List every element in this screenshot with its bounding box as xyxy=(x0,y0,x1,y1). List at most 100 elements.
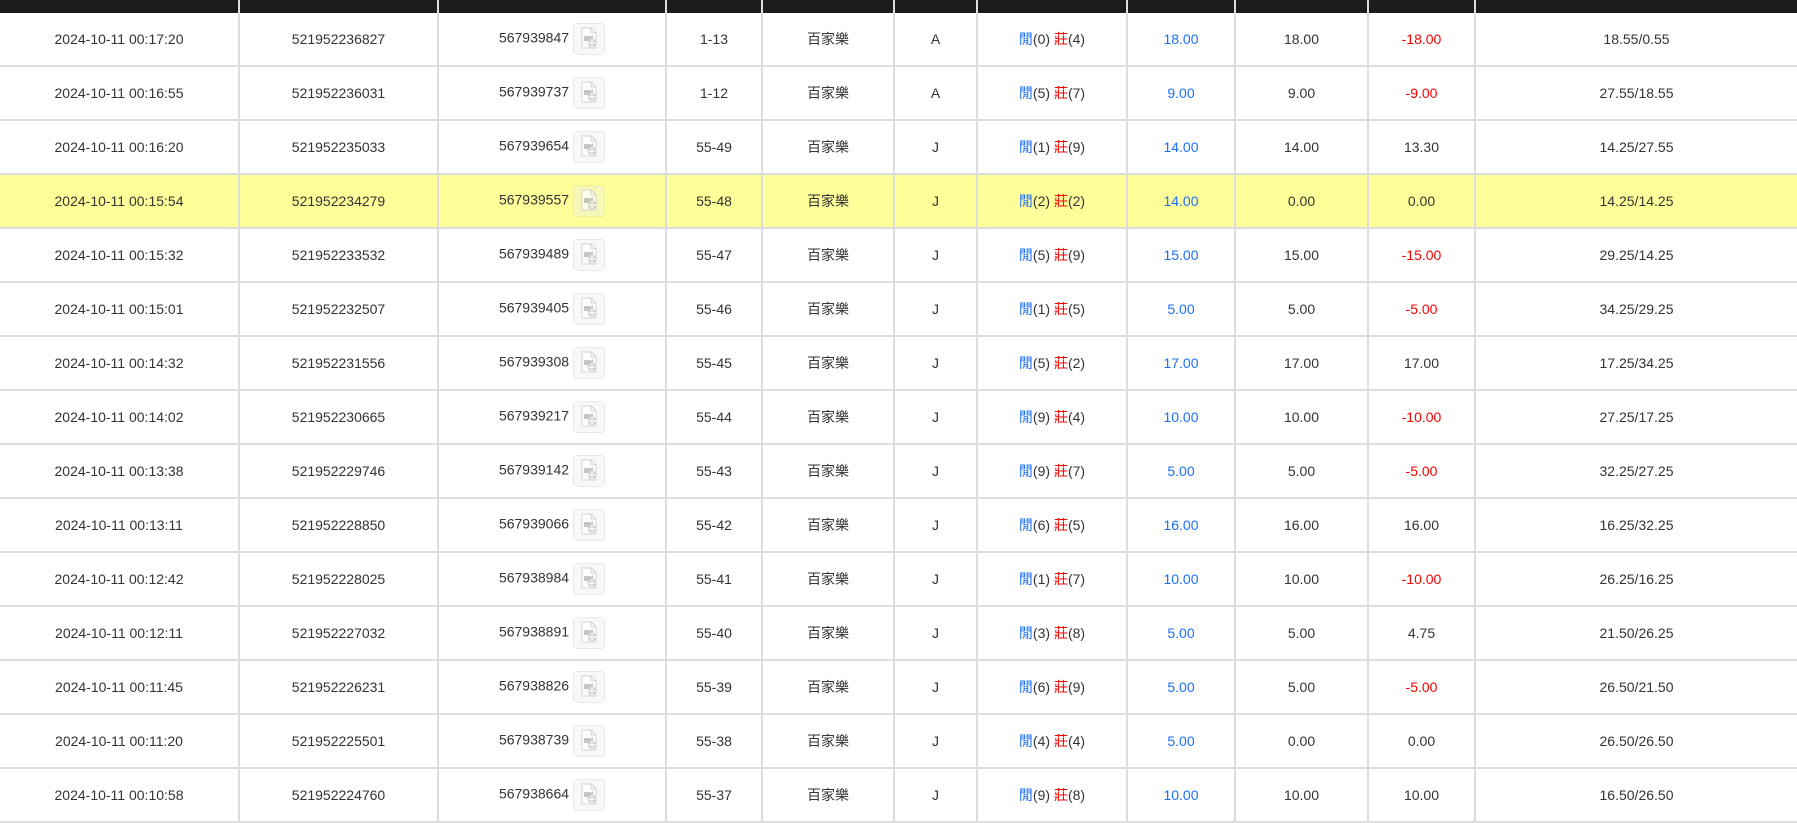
bet-time: 2024-10-11 00:14:02 xyxy=(0,390,240,445)
round-number-cell: 567938891 xyxy=(437,606,667,661)
game-type: 百家樂 xyxy=(761,714,895,769)
player-label: 閒 xyxy=(1018,733,1033,749)
table-row[interactable]: 2024-10-11 00:13:11 521952228850 5679390… xyxy=(0,498,1797,553)
player-score: (5) xyxy=(1032,85,1051,101)
table-row[interactable]: 2024-10-11 00:15:32 521952233532 5679394… xyxy=(0,228,1797,283)
order-number: 521952227032 xyxy=(238,606,439,661)
round-number-cell: 567939489 xyxy=(437,228,667,283)
shoe-round: 55-42 xyxy=(665,498,763,553)
video-replay-icon[interactable] xyxy=(573,455,606,487)
round-number-cell: 567939308 xyxy=(437,336,667,391)
table-row[interactable]: 2024-10-11 00:13:38 521952229746 5679391… xyxy=(0,444,1797,499)
column-header xyxy=(976,0,1127,13)
win-loss: 13.30 xyxy=(1367,120,1476,175)
balance: 26.50/26.50 xyxy=(1474,714,1797,769)
table-row[interactable]: 2024-10-11 00:15:01 521952232507 5679394… xyxy=(0,282,1797,337)
round-number: 567939066 xyxy=(498,515,570,532)
video-replay-icon[interactable] xyxy=(573,563,606,595)
video-replay-icon[interactable] xyxy=(573,23,606,55)
order-number: 521952225501 xyxy=(238,714,439,769)
banker-label: 莊 xyxy=(1053,571,1068,587)
round-number-cell: 567939142 xyxy=(437,444,667,499)
table-row[interactable]: 2024-10-11 00:11:20 521952225501 5679387… xyxy=(0,714,1797,769)
game-type: 百家樂 xyxy=(761,606,895,661)
column-header xyxy=(665,0,762,13)
banker-score: (9) xyxy=(1067,139,1086,155)
balance: 18.55/0.55 xyxy=(1474,13,1797,67)
balance: 14.25/14.25 xyxy=(1474,174,1797,229)
column-header xyxy=(1367,0,1475,13)
player-label: 閒 xyxy=(1018,463,1033,479)
banker-score: (7) xyxy=(1067,85,1086,101)
table-row[interactable]: 2024-10-11 00:14:32 521952231556 5679393… xyxy=(0,336,1797,391)
shoe-round: 55-46 xyxy=(665,282,763,337)
video-replay-icon[interactable] xyxy=(573,725,606,757)
shoe-round: 55-44 xyxy=(665,390,763,445)
balance: 34.25/29.25 xyxy=(1474,282,1797,337)
round-number: 567939847 xyxy=(498,29,570,46)
table-row[interactable]: 2024-10-11 00:11:45 521952226231 5679388… xyxy=(0,660,1797,715)
video-replay-icon[interactable] xyxy=(573,293,606,325)
player-label: 閒 xyxy=(1018,85,1033,101)
balance: 17.25/34.25 xyxy=(1474,336,1797,391)
table-id: J xyxy=(893,660,978,715)
video-replay-icon[interactable] xyxy=(573,617,606,649)
video-replay-icon[interactable] xyxy=(573,239,606,271)
round-number-cell: 567938984 xyxy=(437,552,667,607)
bet-amount: 10.00 xyxy=(1126,390,1236,445)
video-replay-icon[interactable] xyxy=(573,509,606,541)
round-number-cell: 567939066 xyxy=(437,498,667,553)
table-row[interactable]: 2024-10-11 00:17:20 521952236827 5679398… xyxy=(0,13,1797,67)
video-replay-icon[interactable] xyxy=(573,131,606,163)
bet-time: 2024-10-11 00:11:45 xyxy=(0,660,240,715)
result-cell: 閒(4) 莊(4) xyxy=(976,714,1128,769)
bet-time: 2024-10-11 00:15:01 xyxy=(0,282,240,337)
result-cell: 閒(1) 莊(5) xyxy=(976,282,1128,337)
table-row[interactable]: 2024-10-11 00:12:11 521952227032 5679388… xyxy=(0,606,1797,661)
game-type: 百家樂 xyxy=(761,120,895,175)
banker-score: (8) xyxy=(1067,625,1086,641)
bet-time: 2024-10-11 00:12:42 xyxy=(0,552,240,607)
table-row[interactable]: 2024-10-11 00:16:20 521952235033 5679396… xyxy=(0,120,1797,175)
table-row[interactable]: 2024-10-11 00:10:58 521952224760 5679386… xyxy=(0,768,1797,823)
result-cell: 閒(9) 莊(7) xyxy=(976,444,1128,499)
banker-label: 莊 xyxy=(1053,787,1068,803)
round-number: 567938739 xyxy=(498,731,570,748)
shoe-round: 55-39 xyxy=(665,660,763,715)
table-row[interactable]: 2024-10-11 00:15:54 521952234279 5679395… xyxy=(0,174,1797,229)
round-number-cell: 567938826 xyxy=(437,660,667,715)
result-cell: 閒(5) 莊(9) xyxy=(976,228,1128,283)
shoe-round: 55-48 xyxy=(665,174,763,229)
video-replay-icon[interactable] xyxy=(573,779,606,811)
result-cell: 閒(2) 莊(2) xyxy=(976,174,1128,229)
table-row[interactable]: 2024-10-11 00:14:02 521952230665 5679392… xyxy=(0,390,1797,445)
bet-time: 2024-10-11 00:15:54 xyxy=(0,174,240,229)
win-loss: -15.00 xyxy=(1367,228,1476,283)
video-replay-icon[interactable] xyxy=(573,347,606,379)
table-row[interactable]: 2024-10-11 00:16:55 521952236031 5679397… xyxy=(0,66,1797,121)
round-number: 567939142 xyxy=(498,461,570,478)
banker-label: 莊 xyxy=(1053,409,1068,425)
bet-amount: 10.00 xyxy=(1126,552,1236,607)
banker-score: (5) xyxy=(1067,517,1086,533)
player-score: (2) xyxy=(1032,193,1051,209)
bet-time: 2024-10-11 00:12:11 xyxy=(0,606,240,661)
table-id: J xyxy=(893,444,978,499)
balance: 14.25/27.55 xyxy=(1474,120,1797,175)
round-number: 567938826 xyxy=(498,677,570,694)
video-replay-icon[interactable] xyxy=(573,185,606,217)
table-id: J xyxy=(893,228,978,283)
bet-amount: 17.00 xyxy=(1126,336,1236,391)
video-replay-icon[interactable] xyxy=(573,401,606,433)
win-loss: -10.00 xyxy=(1367,552,1476,607)
video-replay-icon[interactable] xyxy=(573,77,606,109)
table-row[interactable]: 2024-10-11 00:12:42 521952228025 5679389… xyxy=(0,552,1797,607)
valid-bet: 10.00 xyxy=(1234,552,1369,607)
valid-bet: 0.00 xyxy=(1234,714,1369,769)
win-loss: 0.00 xyxy=(1367,714,1476,769)
table-id: J xyxy=(893,498,978,553)
table-id: J xyxy=(893,390,978,445)
video-replay-icon[interactable] xyxy=(573,671,606,703)
player-score: (6) xyxy=(1032,679,1051,695)
player-score: (6) xyxy=(1032,517,1051,533)
